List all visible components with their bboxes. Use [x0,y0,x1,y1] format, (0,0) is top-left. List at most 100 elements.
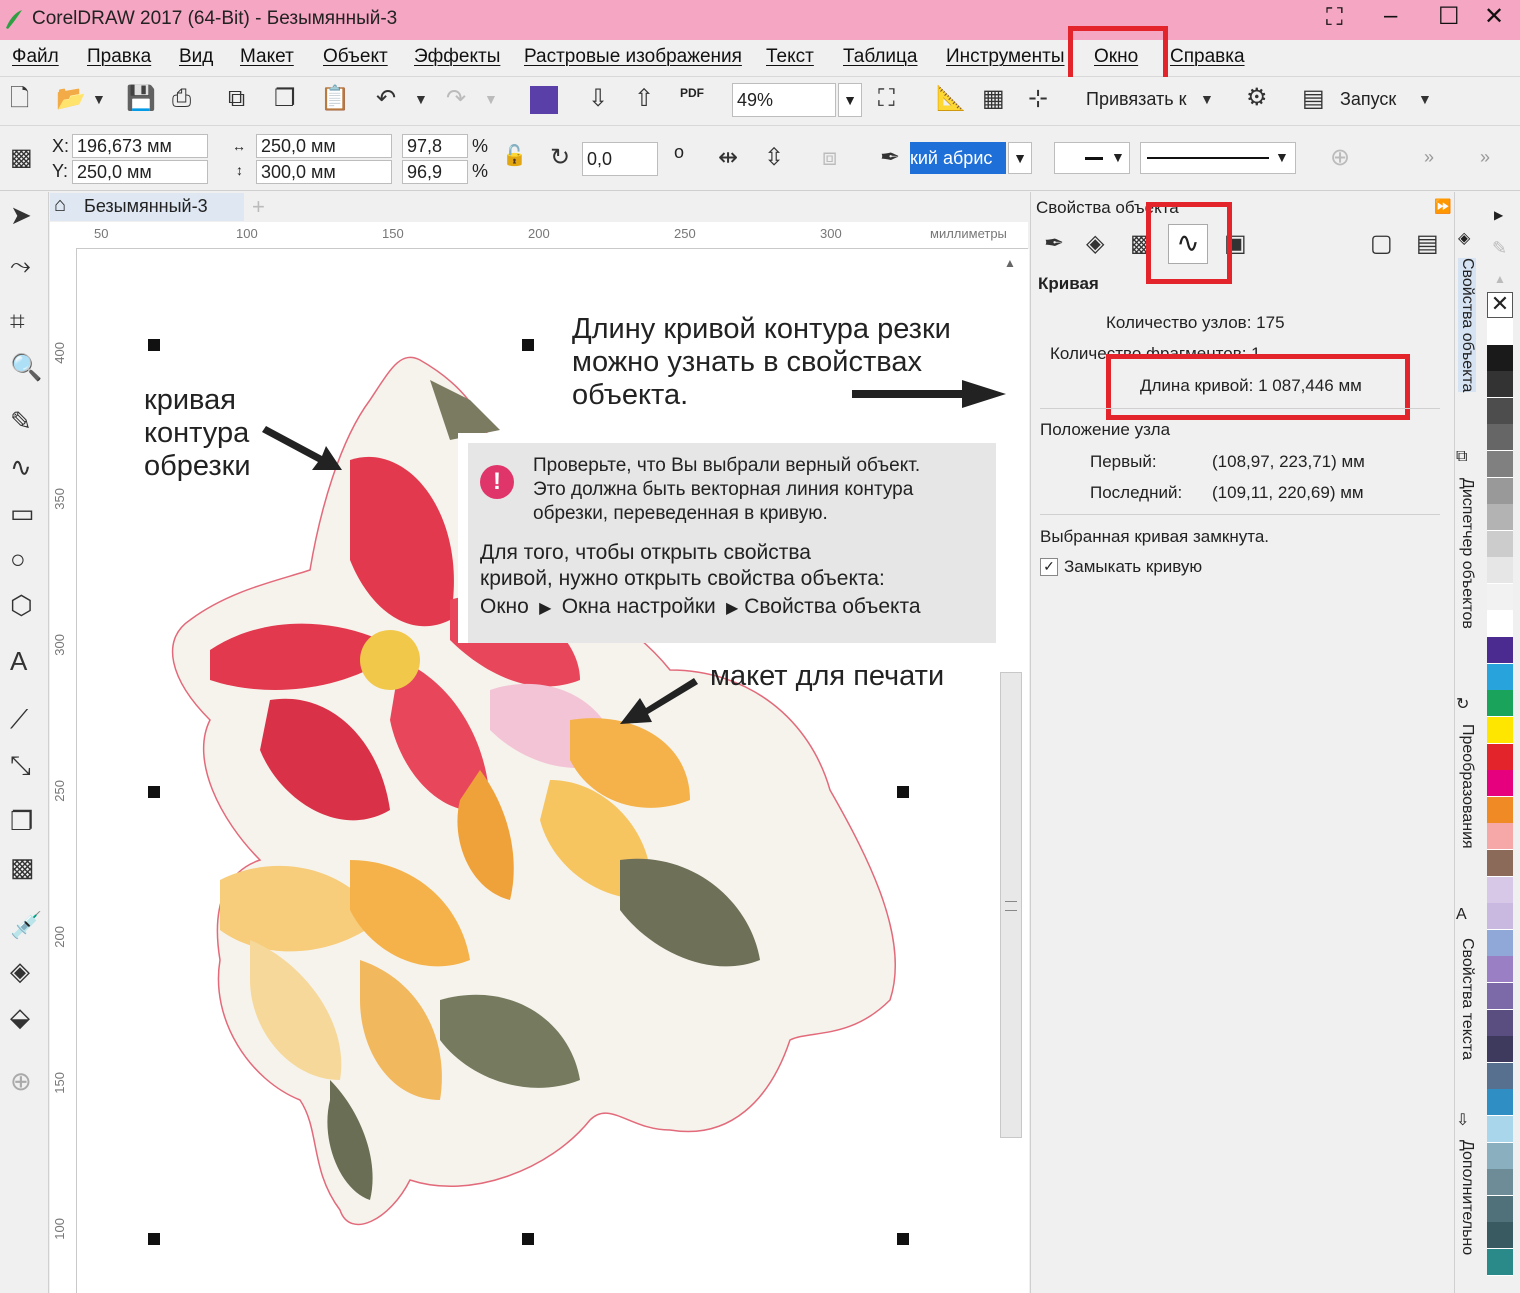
color-swatch[interactable] [1487,743,1513,771]
height-field[interactable]: 300,0 мм [256,160,392,184]
artistic-media-icon[interactable]: ∿ [10,452,32,483]
transparency-tool-icon[interactable]: ▩ [10,852,35,883]
menu-file[interactable]: Файл [12,46,59,68]
connector-tool-icon[interactable]: ⤡ [10,750,31,782]
color-swatch[interactable] [1487,477,1513,505]
docker-tab-additional[interactable]: Дополнительно [1458,1140,1476,1255]
menu-bitmaps[interactable]: Растровые изображения [524,46,742,68]
color-swatch[interactable] [1487,876,1513,904]
maximize-button[interactable]: ☐ [1438,2,1460,31]
rulers-icon[interactable]: 📐 [936,87,966,111]
color-swatch[interactable] [1487,557,1513,585]
selection-handle[interactable] [522,339,534,351]
color-swatch[interactable] [1487,1009,1513,1037]
mirror-horizontal-icon[interactable]: ⇹ [718,146,738,170]
full-screen-icon[interactable]: ⛶ [878,87,895,111]
color-swatch[interactable] [1487,1062,1513,1090]
menu-text[interactable]: Текст [766,46,814,68]
add-tool-icon[interactable]: ⊕ [10,1066,32,1097]
zoom-dropdown-icon[interactable]: ▼ [838,83,862,117]
x-position-field[interactable]: 196,673 мм [72,134,208,158]
redo-icon[interactable]: ↷ [446,87,466,111]
launch-dropdown[interactable]: Запуск [1340,89,1396,110]
export-icon[interactable]: ⇧ [634,87,654,111]
search-content-icon[interactable] [530,86,558,114]
color-swatch[interactable] [1487,318,1513,345]
palette-up-icon[interactable]: ▲ [1494,272,1506,286]
menu-help[interactable]: Справка [1170,46,1245,68]
snap-to-dropdown[interactable]: Привязать к [1086,89,1186,110]
color-swatch[interactable] [1487,1169,1513,1197]
color-swatch[interactable] [1487,397,1513,425]
fill-tab-icon[interactable]: ◈ [1086,232,1104,256]
color-swatch[interactable] [1487,530,1513,558]
color-swatch[interactable] [1487,823,1513,851]
vertical-scrollbar[interactable] [1000,672,1022,1138]
menu-table[interactable]: Таблица [843,46,918,68]
color-swatch[interactable] [1487,956,1513,984]
color-swatch[interactable] [1487,850,1513,877]
rotation-field[interactable]: 0,0 [582,142,658,176]
color-swatch[interactable] [1487,451,1513,478]
scroll-up-icon[interactable]: ▲ [1004,256,1016,270]
menu-layout[interactable]: Макет [240,46,294,68]
open-dropdown-icon[interactable]: ▼ [92,92,106,106]
menu-tools[interactable]: Инструменты [946,46,1064,68]
color-swatch[interactable] [1487,770,1513,798]
user-icon[interactable]: ⛶ [1326,4,1343,32]
zoom-level-field[interactable]: 49% [732,83,836,117]
color-swatch[interactable] [1487,1036,1513,1064]
frame-icon[interactable]: ▢ [1370,232,1393,256]
close-curve-checkbox[interactable]: ✓ [1040,558,1058,576]
wrap-text-icon[interactable]: ⧈ [822,146,837,170]
color-swatch[interactable] [1487,983,1513,1010]
color-swatch[interactable] [1487,504,1513,532]
menu-edit[interactable]: Правка [87,46,151,68]
smart-fill-icon[interactable]: ⬙ [10,1002,30,1033]
line-style-select[interactable]: ▼ [1140,142,1296,174]
color-swatch[interactable] [1487,424,1513,452]
color-swatch[interactable] [1487,1222,1513,1250]
width-field[interactable]: 250,0 мм [256,134,392,158]
color-swatch[interactable] [1487,1089,1513,1117]
cut-icon[interactable]: ⧉ [228,87,245,111]
options-gear-icon[interactable]: ⚙ [1246,86,1268,110]
freehand-tool-icon[interactable]: ✎ [10,406,32,437]
palette-eyedropper-icon[interactable]: ✎ [1492,238,1507,259]
color-swatch[interactable] [1487,610,1513,638]
eyedropper-tool-icon[interactable]: 💉 [10,910,42,941]
selection-handle[interactable] [148,786,160,798]
pick-tool-icon[interactable]: ➤ [10,200,32,231]
grid-icon[interactable]: ▦ [982,87,1005,111]
text-tool-icon[interactable]: A [10,646,27,677]
paste-icon[interactable]: 📋 [320,87,350,111]
docker-tab-object-manager[interactable]: Диспетчер объектов [1458,478,1476,629]
vertical-ruler[interactable] [50,248,77,1293]
menu-view[interactable]: Вид [179,46,213,68]
undo-icon[interactable]: ↶ [376,87,396,111]
save-icon[interactable]: 💾 [126,87,156,111]
copy-icon[interactable]: ❐ [274,87,296,111]
rotation-icon[interactable]: ↻ [550,146,570,170]
docker-tab-object-properties[interactable]: Свойства объекта [1458,258,1476,393]
close-button[interactable]: ✕ [1484,2,1504,31]
snap-dropdown-icon[interactable]: ▼ [1200,92,1214,106]
color-swatch[interactable] [1487,717,1513,744]
guidelines-icon[interactable]: ⊹ [1028,87,1048,111]
selection-handle[interactable] [148,339,160,351]
open-icon[interactable]: 📂 [56,87,86,111]
selection-handle[interactable] [897,786,909,798]
pdf-export-icon[interactable]: PDF [680,86,704,100]
crop-tool-icon[interactable]: ⌗ [10,306,25,338]
color-swatch[interactable] [1487,1195,1513,1223]
document-tab[interactable]: ⌂ Безымянный-3 [50,193,244,221]
parallel-dimension-icon[interactable]: ⟋ [10,704,28,736]
lock-ratio-icon[interactable]: 🔓 [502,146,527,166]
mirror-vertical-icon[interactable]: ⇳ [764,146,784,170]
color-swatch[interactable] [1487,929,1513,957]
color-swatch[interactable] [1487,796,1513,824]
drop-shadow-icon[interactable]: ❐ [10,806,33,837]
color-swatch[interactable] [1487,690,1513,718]
launch-dropdown-icon[interactable]: ▼ [1418,92,1432,106]
color-swatch[interactable] [1487,637,1513,665]
